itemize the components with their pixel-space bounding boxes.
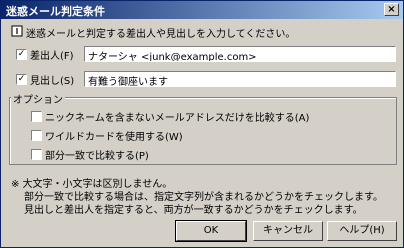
title-bar[interactable]: 迷惑メール判定条件 × xyxy=(1,1,403,19)
sender-label: 差出人(F) xyxy=(30,51,74,62)
help-button[interactable]: ヘルプ(H) xyxy=(327,221,397,241)
subject-label: 見出し(S) xyxy=(30,76,75,87)
checkmark-icon: ✓ xyxy=(17,49,26,59)
option-partial-label[interactable]: 部分一致で比較する(P) xyxy=(45,147,149,162)
subject-input[interactable]: 有難う御座います xyxy=(84,71,396,87)
sender-checkbox[interactable]: ✓ xyxy=(16,49,27,60)
instruction-text: 迷惑メールと判定する差出人や見出しを入力してください。 xyxy=(26,29,296,40)
option-wildcard-checkbox[interactable] xyxy=(31,130,42,141)
window-title: 迷惑メール判定条件 xyxy=(6,5,105,18)
option-nickname-checkbox[interactable] xyxy=(31,111,42,122)
dialog-window: 迷惑メール判定条件 × 迷惑メールと判定する差出人や見出しを入力してください。 … xyxy=(0,0,404,248)
note-line-3: 見出しと差出人を指定すると、両方が一致するかどうかをチェックします。 xyxy=(24,205,363,216)
close-icon: × xyxy=(387,4,396,15)
close-button[interactable]: × xyxy=(384,3,399,16)
options-legend: オプション xyxy=(11,91,65,106)
option-partial-checkbox[interactable] xyxy=(31,149,42,160)
ok-button[interactable]: OK xyxy=(175,220,247,242)
checkmark-icon: ✓ xyxy=(17,74,26,84)
sender-input[interactable]: ナターシャ <junk@example.com> xyxy=(84,46,396,62)
subject-checkbox[interactable]: ✓ xyxy=(16,74,27,85)
option-nickname-label[interactable]: ニックネームを含まないメールアドレスだけを比較する(A) xyxy=(45,109,309,124)
cancel-button[interactable]: キャンセル xyxy=(253,221,323,241)
option-wildcard-label[interactable]: ワイルドカードを使用する(W) xyxy=(45,128,183,143)
info-icon xyxy=(11,25,23,37)
